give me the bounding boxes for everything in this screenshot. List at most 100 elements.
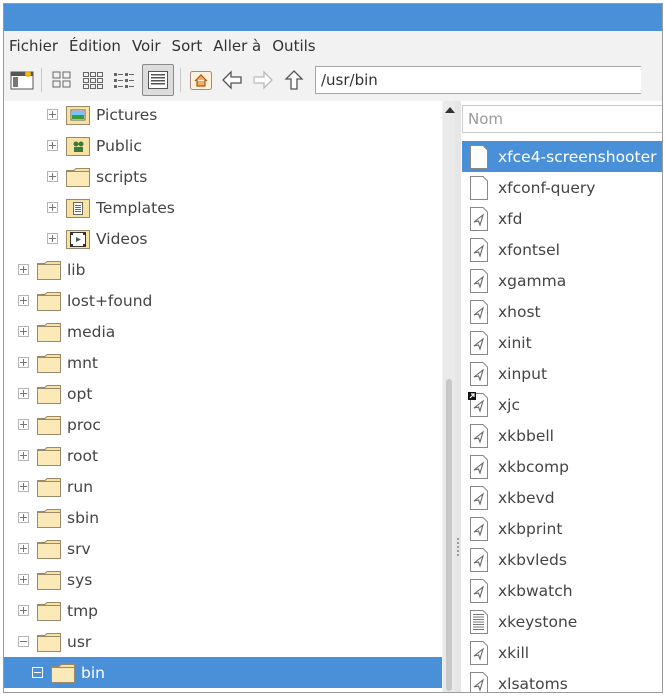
thumbnail-view-button[interactable] <box>80 67 106 93</box>
tree-item-tmp[interactable]: tmp <box>4 595 442 626</box>
file-row-xlsatoms[interactable]: xlsatoms <box>462 668 662 692</box>
menu-fichier[interactable]: Fichier <box>9 37 58 55</box>
file-row-xjc[interactable]: xjc <box>462 389 662 420</box>
up-button[interactable] <box>281 67 307 93</box>
file-name: xfconf-query <box>498 178 596 197</box>
expand-icon[interactable] <box>47 233 58 244</box>
home-icon <box>190 71 212 90</box>
tree-item-root[interactable]: root <box>4 440 442 471</box>
scroll-up-arrow-icon[interactable] <box>445 107 455 113</box>
file-name: xfd <box>498 209 523 228</box>
expand-icon[interactable] <box>47 140 58 151</box>
menu-outils[interactable]: Outils <box>272 37 315 55</box>
file-row-xkbwatch[interactable]: xkbwatch <box>462 575 662 606</box>
file-row-xfconf-query[interactable]: xfconf-query <box>462 172 662 203</box>
expand-icon[interactable] <box>18 388 29 399</box>
tree-item-lost-found[interactable]: lost+found <box>4 285 442 316</box>
file-name: xkbvleds <box>498 550 567 569</box>
menu-aller-a[interactable]: Aller à <box>213 37 261 55</box>
tree-item-sbin[interactable]: sbin <box>4 502 442 533</box>
file-row-xfontsel[interactable]: xfontsel <box>462 234 662 265</box>
expand-icon[interactable] <box>47 202 58 213</box>
file-name: xfontsel <box>498 240 560 259</box>
file-row-xkeystone[interactable]: xkeystone <box>462 606 662 637</box>
file-row-xkbevd[interactable]: xkbevd <box>462 482 662 513</box>
expand-icon[interactable] <box>47 171 58 182</box>
executable-icon <box>468 268 490 294</box>
tree-item-media[interactable]: media <box>4 316 442 347</box>
tree-item-templates[interactable]: Templates <box>4 192 442 223</box>
icon-view-icon <box>52 71 71 88</box>
column-header-name[interactable]: Nom <box>462 105 662 133</box>
expand-icon[interactable] <box>18 450 29 461</box>
home-button[interactable] <box>188 67 214 93</box>
folder-icon <box>36 600 62 622</box>
tree-item-label: lib <box>67 260 86 279</box>
expand-icon[interactable] <box>18 543 29 554</box>
expand-icon[interactable] <box>18 512 29 523</box>
toolbar: /usr/bin <box>4 62 662 98</box>
tree-item-run[interactable]: run <box>4 471 442 502</box>
expand-icon[interactable] <box>47 109 58 120</box>
collapse-icon[interactable] <box>32 667 43 678</box>
file-row-xkbcomp[interactable]: xkbcomp <box>462 451 662 482</box>
collapse-icon[interactable] <box>18 636 29 647</box>
file-row-xkill[interactable]: xkill <box>462 637 662 668</box>
tree-item-label: root <box>67 446 99 465</box>
expand-icon[interactable] <box>18 605 29 616</box>
splitter-grip-icon <box>457 538 459 558</box>
expand-icon[interactable] <box>18 264 29 275</box>
new-window-button[interactable] <box>9 67 35 93</box>
menu-edition[interactable]: Édition <box>69 37 121 55</box>
tree-item-label: usr <box>67 632 92 651</box>
file-row-xkbprint[interactable]: xkbprint <box>462 513 662 544</box>
file-row-xgamma[interactable]: xgamma <box>462 265 662 296</box>
menu-sort[interactable]: Sort <box>172 37 203 55</box>
expand-icon[interactable] <box>18 481 29 492</box>
file-row-xkbvleds[interactable]: xkbvleds <box>462 544 662 575</box>
tree-item-pictures[interactable]: Pictures <box>4 101 442 130</box>
tree-item-label: scripts <box>96 167 148 186</box>
tree-item-sys[interactable]: sys <box>4 564 442 595</box>
back-button[interactable] <box>219 67 245 93</box>
folder-icon <box>50 662 76 684</box>
file-list: Nom xfce4-screenshooter xfconf-query xfd xf… <box>461 101 662 692</box>
file-row-xfce4-screenshooter[interactable]: xfce4-screenshooter <box>462 141 662 172</box>
expand-icon[interactable] <box>18 419 29 430</box>
tree-item-videos[interactable]: Videos <box>4 223 442 254</box>
directory-tree: Pictures Public scripts Templates Videos lib l… <box>4 101 442 692</box>
expand-icon[interactable] <box>18 295 29 306</box>
file-row-xkbbell[interactable]: xkbbell <box>462 420 662 451</box>
forward-button[interactable] <box>250 67 276 93</box>
tree-item-opt[interactable]: opt <box>4 378 442 409</box>
tree-item-label: tmp <box>67 601 99 620</box>
expand-icon[interactable] <box>18 574 29 585</box>
file-row-xhost[interactable]: xhost <box>462 296 662 327</box>
tree-item-scripts[interactable]: scripts <box>4 161 442 192</box>
tree-item-lib[interactable]: lib <box>4 254 442 285</box>
tree-item-public[interactable]: Public <box>4 130 442 161</box>
folder-icon <box>36 352 62 374</box>
tree-item-bin[interactable]: bin <box>4 657 442 688</box>
executable-icon <box>468 640 490 666</box>
scrollbar-thumb[interactable] <box>446 379 452 691</box>
tree-item-proc[interactable]: proc <box>4 409 442 440</box>
tree-scrollbar[interactable] <box>443 101 455 692</box>
tree-item-mnt[interactable]: mnt <box>4 347 442 378</box>
expand-icon[interactable] <box>18 357 29 368</box>
icon-view-button[interactable] <box>49 67 75 93</box>
file-row-xfd[interactable]: xfd <box>462 203 662 234</box>
symlink-executable-icon <box>468 391 490 418</box>
tree-item-usr[interactable]: usr <box>4 626 442 657</box>
path-bar[interactable]: /usr/bin <box>315 66 641 94</box>
script-file-icon <box>468 609 490 635</box>
expand-icon[interactable] <box>18 326 29 337</box>
title-bar[interactable] <box>4 4 662 31</box>
tree-item-srv[interactable]: srv <box>4 533 442 564</box>
menu-voir[interactable]: Voir <box>132 37 161 55</box>
file-row-xinput[interactable]: xinput <box>462 358 662 389</box>
list-view-button[interactable] <box>142 64 174 96</box>
tree-item-label: Videos <box>96 229 148 248</box>
file-row-xinit[interactable]: xinit <box>462 327 662 358</box>
compact-view-button[interactable] <box>111 67 137 93</box>
